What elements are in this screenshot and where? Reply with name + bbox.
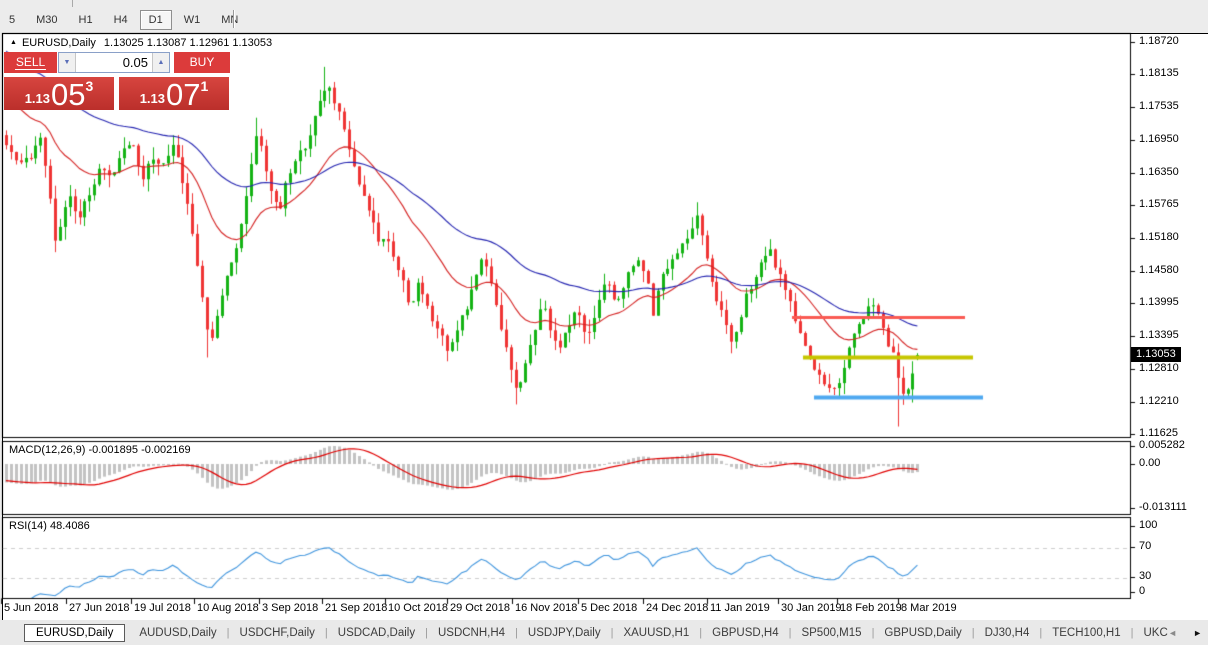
up-arrow-icon: ▲ bbox=[158, 59, 165, 66]
tab-gbpusd-h4[interactable]: GBPUSD,H4 bbox=[702, 625, 788, 641]
volume-input[interactable] bbox=[76, 53, 152, 72]
tab-audusd-daily[interactable]: AUDUSD,Daily bbox=[129, 625, 226, 641]
sell-price-box[interactable]: 1.13 05 3 bbox=[4, 77, 114, 110]
sell-button[interactable]: SELL bbox=[4, 52, 57, 73]
buy-price-main: 07 bbox=[166, 80, 200, 109]
volume-spinner: ▼ ▲ bbox=[58, 52, 170, 73]
sell-price-prefix: 1.13 bbox=[25, 91, 50, 106]
volume-decrease-button[interactable]: ▼ bbox=[59, 53, 76, 72]
sell-price-main: 05 bbox=[51, 80, 85, 109]
tab-eurusd-daily[interactable]: EURUSD,Daily bbox=[24, 624, 125, 642]
buy-price-box[interactable]: 1.13 07 1 bbox=[119, 77, 229, 110]
symbol-tabs: EURUSD,DailyAUDUSD,Daily|USDCHF,Daily|US… bbox=[24, 624, 1178, 642]
tab-usdjpy-daily[interactable]: USDJPY,Daily bbox=[518, 625, 611, 641]
tab-scroll-controls: ◄ ► bbox=[1168, 620, 1202, 645]
tab-tech100-h1[interactable]: TECH100,H1 bbox=[1042, 625, 1130, 641]
tab-scroll-right-icon[interactable]: ► bbox=[1193, 628, 1202, 638]
sell-price-pip: 3 bbox=[86, 78, 94, 94]
buy-button[interactable]: BUY bbox=[174, 52, 230, 73]
tab-xauusd-h1[interactable]: XAUUSD,H1 bbox=[613, 625, 699, 641]
buy-price-prefix: 1.13 bbox=[140, 91, 165, 106]
one-click-trading-panel: SELL ▼ ▲ BUY 1.13 05 3 1.13 07 1 bbox=[4, 52, 234, 110]
volume-increase-button[interactable]: ▲ bbox=[152, 53, 169, 72]
tab-usdchf-daily[interactable]: USDCHF,Daily bbox=[230, 625, 325, 641]
tab-usdcnh-h4[interactable]: USDCNH,H4 bbox=[428, 625, 515, 641]
tab-gbpusd-daily[interactable]: GBPUSD,Daily bbox=[874, 625, 971, 641]
symbol-tab-bar: EURUSD,DailyAUDUSD,Daily|USDCHF,Daily|US… bbox=[0, 620, 1208, 645]
down-arrow-icon: ▼ bbox=[64, 59, 71, 66]
sell-button-label: SELL bbox=[15, 55, 46, 70]
tab-scroll-left-icon[interactable]: ◄ bbox=[1168, 628, 1177, 638]
tab-sp500-m15[interactable]: SP500,M15 bbox=[791, 625, 871, 641]
tab-usdcad-daily[interactable]: USDCAD,Daily bbox=[328, 625, 425, 641]
tab-dj30-h4[interactable]: DJ30,H4 bbox=[975, 625, 1040, 641]
buy-price-pip: 1 bbox=[201, 78, 209, 94]
